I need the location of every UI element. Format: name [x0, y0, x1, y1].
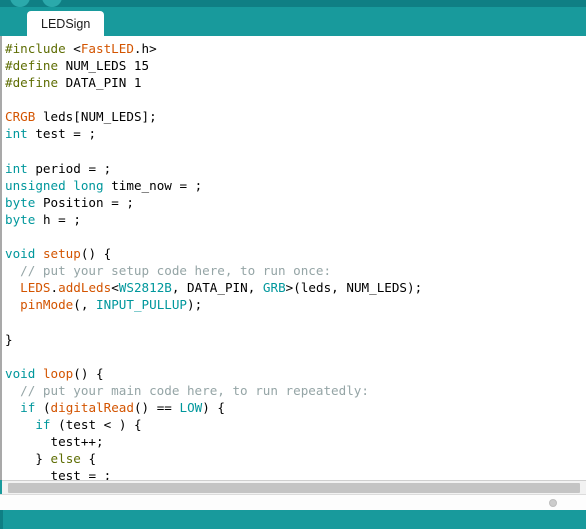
code-line: LEDS.addLeds<WS2812B, DATA_PIN, GRB>(led… — [20, 280, 423, 296]
code-line: #include <FastLED.h> — [5, 41, 157, 56]
code-line: } — [5, 331, 13, 347]
arduino-ide-window: LEDSign #include <FastLED.h> #define NUM_… — [0, 0, 586, 529]
code-line: void loop() { — [5, 365, 104, 381]
code-line: void setup() { — [5, 246, 112, 262]
footer-edge-accent — [0, 510, 3, 529]
code-line: if (digitalRead() == LOW) { — [20, 399, 226, 415]
code-line: unsigned long time_now = ; — [5, 177, 203, 193]
footer-band — [0, 510, 586, 529]
code-line: int period = ; — [5, 160, 112, 176]
resize-grip-icon[interactable] — [549, 499, 557, 507]
code-line: pinMode(, INPUT_PULLUP); — [20, 297, 203, 313]
horizontal-scrollbar-thumb[interactable] — [8, 483, 580, 493]
code-line: if (test < ) { — [35, 417, 142, 433]
code-line: } else { — [35, 451, 97, 467]
code-line: test++; — [50, 434, 104, 450]
code-line: byte h = ; — [5, 211, 81, 227]
toolbar-strip — [0, 0, 586, 7]
verify-button[interactable] — [10, 0, 30, 7]
code-line: test = ; — [50, 468, 112, 480]
code-line: // put your main code here, to run repea… — [20, 382, 369, 398]
horizontal-scrollbar[interactable] — [2, 480, 586, 494]
status-bar — [0, 494, 586, 510]
code-text[interactable]: #include <FastLED.h> #define NUM_LEDS 15 #… — [5, 40, 586, 480]
code-line: #define NUM_LEDS 15 — [5, 58, 150, 74]
code-line: CRGB leds[NUM_LEDS]; — [5, 109, 157, 125]
tab-label: LEDSign — [41, 16, 91, 31]
code-editor[interactable]: #include <FastLED.h> #define NUM_LEDS 15 #… — [0, 36, 586, 480]
upload-button[interactable] — [42, 0, 62, 7]
tab-ledsign[interactable]: LEDSign — [27, 11, 105, 36]
code-line: byte Position = ; — [5, 194, 134, 210]
code-line: #define DATA_PIN 1 — [5, 75, 142, 91]
code-line: int test = ; — [5, 126, 97, 142]
tab-bar: LEDSign — [0, 7, 586, 36]
code-line: // put your setup code here, to run once… — [20, 263, 332, 279]
